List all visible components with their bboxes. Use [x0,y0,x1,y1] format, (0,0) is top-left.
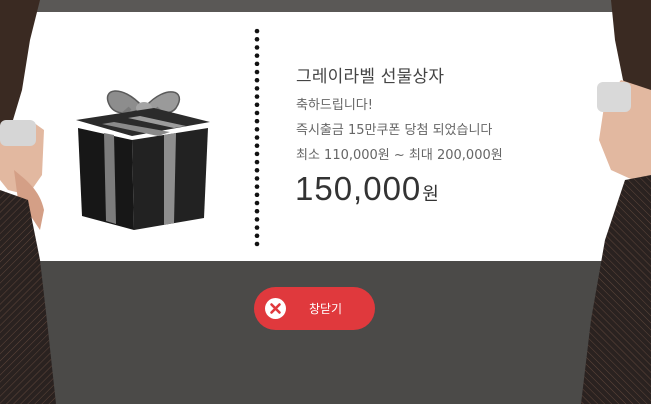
prize-amount-value: 150,000 [295,170,422,207]
decorative-figure-right [581,0,651,404]
close-button[interactable]: 창닫기 [254,287,375,330]
dotted-divider [254,27,260,249]
gift-box-icon [76,90,210,230]
popup-title: 그레이라벨 선물상자 [296,67,445,87]
close-button-label: 창닫기 [308,302,343,316]
congrats-text: 축하드립니다! [296,98,373,113]
prize-description: 즉시출금 15만쿠폰 당첨 되었습니다 [296,123,493,138]
prize-amount: 150,000원 [295,170,439,208]
top-band [0,0,651,12]
prize-amount-unit: 원 [422,184,439,205]
prize-range: 최소 110,000원 ~ 최대 200,000원 [296,148,503,163]
